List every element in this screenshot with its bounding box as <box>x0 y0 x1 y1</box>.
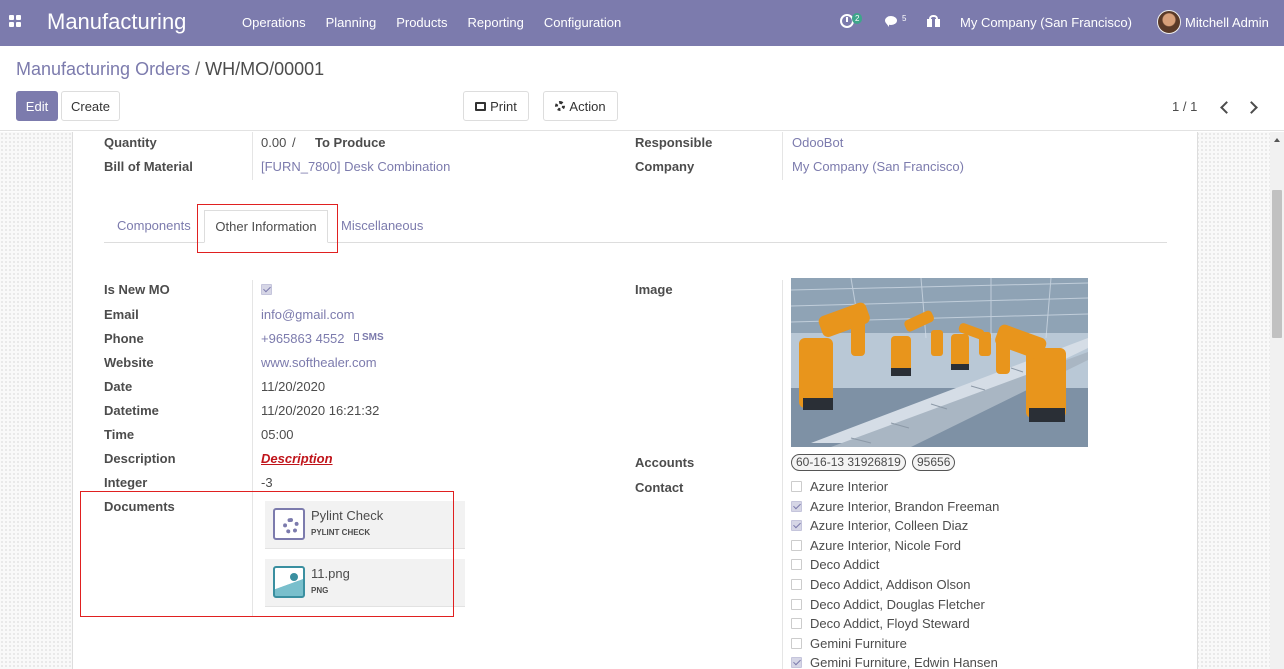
menu-item-reporting[interactable]: Reporting <box>458 15 534 30</box>
datetime-value: 11/20/2020 16:21:32 <box>261 403 380 418</box>
image-label: Image <box>635 282 673 297</box>
factory-robot-image[interactable] <box>791 278 1088 447</box>
create-button[interactable]: Create <box>61 91 120 121</box>
print-button[interactable]: Print <box>463 91 529 121</box>
account-tag[interactable]: 60-16-13 31926819 <box>791 454 906 471</box>
company-link[interactable]: My Company (San Francisco) <box>792 159 964 174</box>
action-label: Action <box>569 98 606 114</box>
contact-name: Deco Addict, Douglas Fletcher <box>810 596 985 612</box>
messages-chat-icon[interactable] <box>885 16 897 27</box>
user-avatar[interactable] <box>1157 10 1181 34</box>
breadcrumb-current-record: WH/MO/00001 <box>205 59 325 79</box>
contact-name: Deco Addict, Floyd Steward <box>810 616 970 632</box>
datetime-label: Datetime <box>104 403 159 418</box>
printer-icon <box>475 101 487 111</box>
email-link[interactable]: info@gmail.com <box>261 307 354 322</box>
contact-label: Contact <box>635 480 684 495</box>
date-label: Date <box>104 379 133 394</box>
highlight-box-documents <box>80 491 454 617</box>
top-navbar: Manufacturing Operations Planning Produc… <box>0 0 1284 46</box>
menu-item-planning[interactable]: Planning <box>316 15 387 30</box>
control-panel: Manufacturing Orders / WH/MO/00001 Edit … <box>0 46 1284 131</box>
contact-name: Azure Interior, Nicole Ford <box>810 537 962 553</box>
phone-link[interactable]: +965863 4552 <box>261 331 345 346</box>
field-divider <box>252 132 253 180</box>
contact-checkbox[interactable] <box>791 500 802 512</box>
quantity-value: 0.00 <box>261 135 287 150</box>
contact-name: Azure Interior, Colleen Diaz <box>810 518 969 534</box>
contact-checkbox[interactable] <box>791 579 802 590</box>
website-label: Website <box>104 355 154 370</box>
company-switcher[interactable]: My Company (San Francisco) <box>960 15 1132 30</box>
menu-item-configuration[interactable]: Configuration <box>534 15 631 30</box>
message-count-badge: 5 <box>902 14 907 23</box>
contact-checkbox[interactable] <box>791 618 802 630</box>
vertical-scrollbar[interactable] <box>1270 132 1284 669</box>
time-label: Time <box>104 427 135 442</box>
pager-previous-icon[interactable] <box>1217 99 1233 115</box>
contact-checkbox[interactable] <box>791 481 802 492</box>
menu-item-operations[interactable]: Operations <box>232 15 316 30</box>
print-label: Print <box>490 98 517 114</box>
description-label: Description <box>104 451 176 466</box>
contact-checkbox[interactable] <box>791 559 802 571</box>
account-tag[interactable]: 95656 <box>912 454 956 471</box>
contact-name: Gemini Furniture, Edwin Hansen <box>810 655 998 669</box>
apps-menu-icon[interactable] <box>9 15 23 29</box>
gift-icon[interactable] <box>927 15 940 27</box>
integer-label: Integer <box>104 475 148 490</box>
user-menu[interactable]: Mitchell Admin <box>1185 15 1269 30</box>
contact-checkbox[interactable] <box>791 637 802 649</box>
contact-checkbox[interactable] <box>791 657 802 669</box>
contact-name: Azure Interior <box>810 479 889 494</box>
main-menu: Operations Planning Products Reporting C… <box>232 15 631 30</box>
is-new-mo-checkbox[interactable] <box>261 284 272 295</box>
email-label: Email <box>104 307 139 322</box>
description-value: Description <box>261 451 333 466</box>
breadcrumb: Manufacturing Orders / WH/MO/00001 <box>16 59 324 80</box>
sms-button[interactable]: SMS <box>354 332 384 343</box>
activity-count-badge: 2 <box>852 13 863 24</box>
field-divider <box>782 132 783 180</box>
bill-of-material-link[interactable]: [FURN_7800] Desk Combination <box>261 159 450 174</box>
contact-name: Deco Addict, Addison Olson <box>810 577 971 592</box>
contact-checkbox[interactable] <box>791 598 802 610</box>
breadcrumb-separator: / <box>195 59 201 79</box>
pager-next-icon[interactable] <box>1245 99 1261 115</box>
quantity-separator: / <box>292 135 296 150</box>
tab-components[interactable]: Components <box>117 218 191 233</box>
mobile-phone-icon <box>354 333 359 341</box>
accounts-label: Accounts <box>635 455 695 470</box>
breadcrumb-manufacturing-orders[interactable]: Manufacturing Orders <box>16 59 190 79</box>
pager-value[interactable]: 1 / 1 <box>1172 99 1197 114</box>
scrollbar-thumb[interactable] <box>1272 190 1282 338</box>
is-new-mo-label: Is New MO <box>104 282 170 297</box>
contact-name: Deco Addict <box>810 557 880 573</box>
app-name[interactable]: Manufacturing <box>47 9 186 35</box>
contact-name: Gemini Furniture <box>810 635 907 651</box>
contact-name: Azure Interior, Brandon Freeman <box>810 498 1000 514</box>
date-value: 11/20/2020 <box>261 379 326 394</box>
contact-checkbox[interactable] <box>791 520 802 532</box>
sms-label: SMS <box>362 332 384 343</box>
field-divider <box>782 280 783 669</box>
website-link[interactable]: www.softhealer.com <box>261 355 377 370</box>
phone-label: Phone <box>104 331 144 346</box>
time-value: 05:00 <box>261 427 294 442</box>
responsible-label: Responsible <box>635 135 713 150</box>
responsible-link[interactable]: OdooBot <box>792 135 843 150</box>
action-button[interactable]: Action <box>543 91 618 121</box>
quantity-label: Quantity <box>104 135 157 150</box>
edit-button[interactable]: Edit <box>16 91 58 121</box>
integer-value: -3 <box>261 475 273 490</box>
company-label: Company <box>635 159 695 174</box>
bill-of-material-label: Bill of Material <box>104 159 193 174</box>
tab-miscellaneous[interactable]: Miscellaneous <box>341 218 423 233</box>
gear-icon <box>555 101 566 111</box>
scroll-up-arrow-icon[interactable] <box>1274 138 1280 142</box>
contact-checkbox[interactable] <box>791 539 802 551</box>
menu-item-products[interactable]: Products <box>386 15 457 30</box>
to-produce-label: To Produce <box>315 135 386 150</box>
highlight-box-tab <box>197 204 338 253</box>
